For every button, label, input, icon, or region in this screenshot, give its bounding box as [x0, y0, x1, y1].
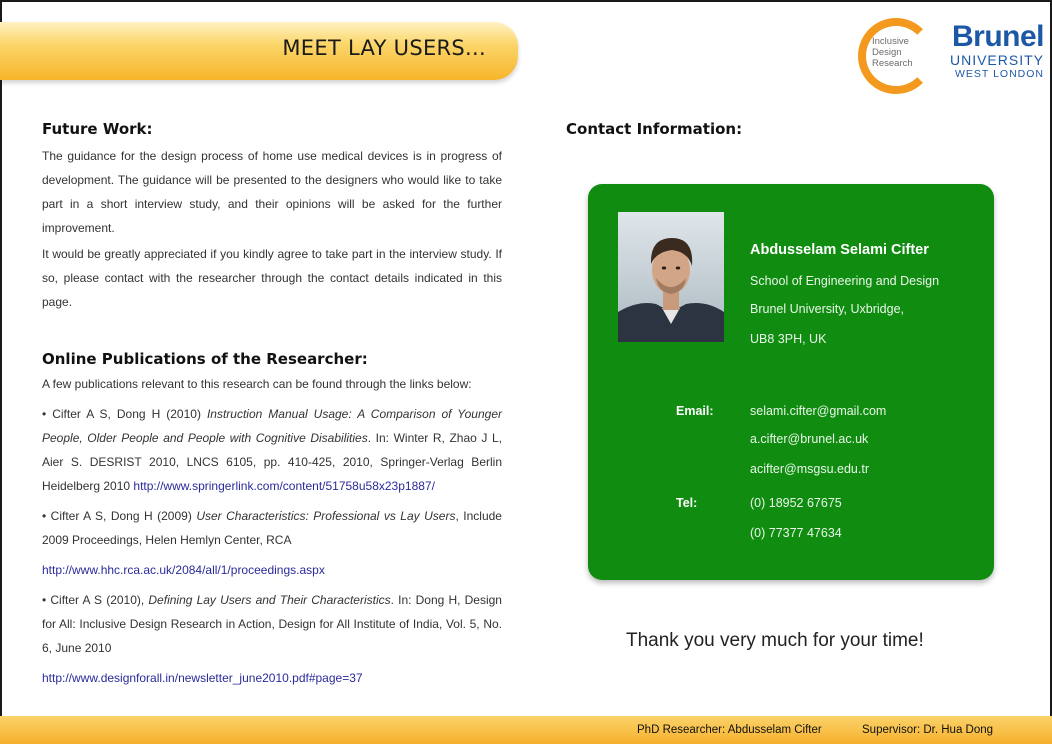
inclusive-design-research-logo: Inclusive Design Research: [858, 18, 938, 94]
phone-number: (0) 18952 67675: [750, 496, 842, 510]
researcher-photo: [618, 212, 724, 342]
email-link[interactable]: acifter@msgsu.edu.tr: [750, 462, 869, 476]
portrait-image: [618, 212, 724, 342]
contact-name: Abdusselam Selami Cifter: [750, 242, 929, 258]
contact-heading: Contact Information:: [566, 120, 743, 138]
email-link[interactable]: selami.cifter@gmail.com: [750, 404, 886, 418]
brunel-name: Brunel: [951, 20, 1045, 53]
brunel-west-london-text: WEST LONDON: [955, 68, 1044, 80]
email-link[interactable]: a.cifter@brunel.ac.uk: [750, 432, 868, 446]
contact-address-line: Brunel University, Uxbridge,: [750, 302, 904, 316]
footer-bar: PhD Researcher: Abdusselam Cifter Superv…: [0, 716, 1052, 744]
publication-item: • Cifter A S, Dong H (2009) User Charact…: [42, 509, 502, 547]
contact-address-line: UB8 3PH, UK: [750, 332, 827, 346]
future-work-paragraph: It would be greatly appreciated if you k…: [42, 247, 502, 309]
publication-item: • Cifter A S, Dong H (2010) Instruction …: [42, 407, 502, 493]
left-column: Future Work: The guidance for the design…: [42, 120, 502, 690]
publications-heading: Online Publications of the Researcher:: [42, 350, 368, 368]
brunel-university-text: UNIVERSITY: [949, 52, 1044, 68]
tel-label: Tel:: [676, 496, 698, 510]
logo-text-line: Inclusive: [872, 36, 909, 47]
publication-title: Defining Lay Users and Their Characteris…: [148, 593, 391, 607]
future-work-paragraph: The guidance for the design process of h…: [42, 149, 502, 235]
publications-intro: A few publications relevant to this rese…: [42, 377, 472, 391]
publication-link[interactable]: http://www.designforall.in/newsletter_ju…: [42, 666, 502, 690]
logo-text-line: Research: [872, 58, 913, 69]
future-work-heading: Future Work:: [42, 120, 153, 138]
title-banner: MEET LAY USERS...: [0, 22, 518, 80]
footer-researcher: PhD Researcher: Abdusselam Cifter: [637, 724, 822, 736]
contact-card: Abdusselam Selami Cifter School of Engin…: [588, 184, 994, 580]
publication-title: User Characteristics: Professional vs La…: [196, 509, 456, 523]
footer-supervisor: Supervisor: Dr. Hua Dong: [862, 724, 994, 736]
thank-you-message: Thank you very much for your time!: [626, 630, 924, 651]
logo-text-line: Design: [872, 47, 902, 58]
publication-item: • Cifter A S (2010), Defining Lay Users …: [42, 593, 502, 655]
email-label: Email:: [676, 404, 714, 418]
publication-link[interactable]: http://www.hhc.rca.ac.uk/2084/all/1/proc…: [42, 558, 502, 582]
contact-address-line: School of Engineering and Design: [750, 274, 940, 288]
page-title: MEET LAY USERS...: [282, 36, 486, 60]
brunel-university-logo: Brunel UNIVERSITY WEST LONDON: [940, 20, 1045, 81]
phone-number: (0) 77377 47634: [750, 526, 842, 540]
publication-link[interactable]: http://www.springerlink.com/content/5175…: [133, 479, 435, 493]
